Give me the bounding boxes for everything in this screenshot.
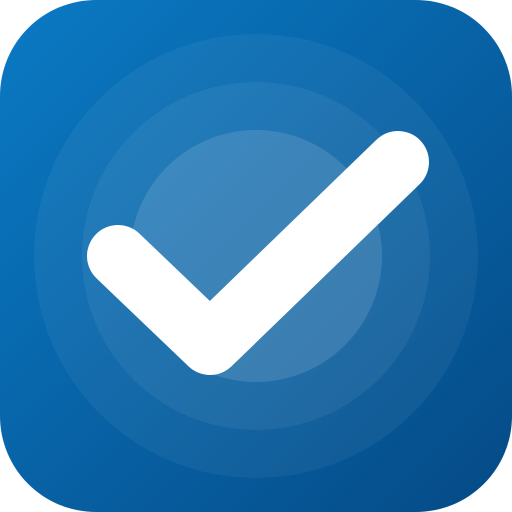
- checkmark-icon: [0, 0, 512, 512]
- icon-canvas: [0, 0, 512, 512]
- app-icon[interactable]: [0, 0, 512, 512]
